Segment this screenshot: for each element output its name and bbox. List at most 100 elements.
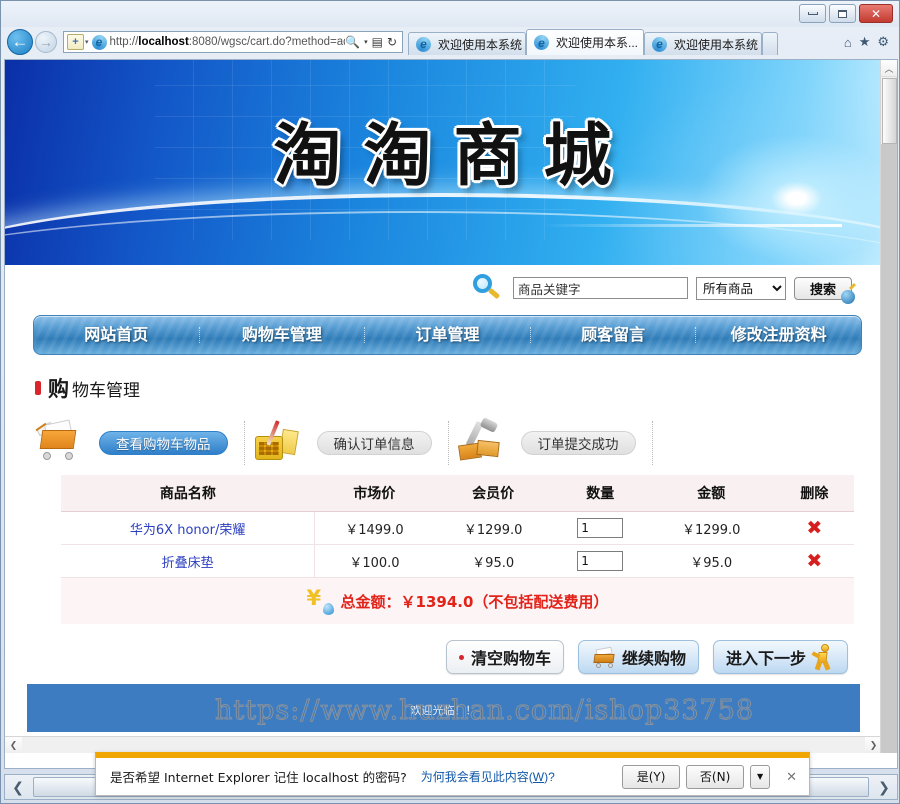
notification-buttons: 是(Y) 否(N) ▼ ✕: [622, 765, 801, 789]
nav-item-guestbook[interactable]: 顾客留言: [531, 327, 697, 343]
cell-market-price: ￥100.0: [315, 545, 434, 578]
maximize-button[interactable]: [829, 4, 856, 23]
no-button[interactable]: 否(N): [686, 765, 744, 789]
favorites-star-icon[interactable]: ★: [859, 34, 871, 50]
col-quantity: 数量: [553, 475, 648, 512]
bullet-icon: [459, 655, 464, 660]
cell-delete: ✖: [775, 512, 854, 545]
minimize-button[interactable]: [799, 4, 826, 23]
col-market-price: 市场价: [315, 475, 434, 512]
col-delete: 删除: [775, 475, 854, 512]
browser-toolbar: ← → + ▾ http://localhost:8080/wgsc/cart.…: [1, 27, 899, 57]
gear-icon[interactable]: ⚙: [877, 34, 889, 50]
search-icon[interactable]: 🔍: [345, 35, 360, 49]
back-button[interactable]: ←: [7, 29, 33, 55]
maximize-icon: [838, 10, 847, 18]
product-link[interactable]: 华为6X honor/荣耀: [130, 523, 245, 538]
magnifier-icon: [471, 273, 501, 303]
nav-item-cart-management[interactable]: 购物车管理: [200, 327, 366, 343]
step-view-cart[interactable]: 查看购物车物品: [99, 431, 228, 455]
tab-2-active[interactable]: 欢迎使用本系... ✕: [526, 29, 644, 55]
banner-ray: [542, 224, 842, 227]
checkout-steps: 查看购物车物品 确认订单信息 订单提交成功: [33, 417, 882, 469]
ie-logo-icon: [652, 37, 667, 52]
main-navigation: 网站首页 购物车管理 订单管理 顾客留言 修改注册资料: [33, 315, 862, 355]
scrollbar-track[interactable]: [881, 144, 897, 753]
next-step-button[interactable]: 进入下一步: [713, 640, 848, 674]
scroll-left-arrow-icon[interactable]: ❮: [5, 737, 22, 753]
forward-arrow-icon: →: [39, 34, 53, 50]
close-icon: ✕: [871, 8, 881, 20]
clear-cart-label: 清空购物车: [471, 645, 551, 669]
command-bar: ⌂ ★ ⚙: [844, 34, 895, 50]
nav-item-home[interactable]: 网站首页: [34, 327, 200, 343]
forward-button[interactable]: →: [35, 31, 57, 53]
step-order-success[interactable]: 订单提交成功: [521, 431, 636, 455]
tab-3[interactable]: 欢迎使用本系统: [644, 32, 762, 55]
tab-1[interactable]: 欢迎使用本系统: [408, 32, 526, 55]
quantity-input[interactable]: [577, 551, 623, 571]
step-confirm-order[interactable]: 确认订单信息: [317, 431, 432, 455]
table-row: 华为6X honor/荣耀 ￥1499.0 ￥1299.0 ￥1299.0 ✖: [61, 512, 854, 545]
scrollbar-thumb[interactable]: [882, 78, 897, 144]
magnifier-small-icon: [841, 290, 855, 304]
next-step-label: 进入下一步: [726, 645, 806, 669]
nav-item-order-management[interactable]: 订单管理: [365, 327, 531, 343]
page-horizontal-scrollbar[interactable]: ❮ ❯: [5, 736, 882, 753]
cart-table-head: 商品名称 市场价 会员价 数量 金额 删除: [61, 475, 854, 512]
continue-shopping-button[interactable]: 继续购物: [578, 640, 699, 674]
cell-quantity: [553, 512, 648, 545]
category-select[interactable]: 所有商品: [696, 277, 786, 300]
chevron-down-icon[interactable]: ▾: [85, 38, 89, 46]
step-divider: [448, 421, 449, 465]
password-notification-bar: 是否希望 Internet Explorer 记住 localhost 的密码?…: [95, 752, 810, 796]
tab-strip: 欢迎使用本系统 欢迎使用本系... ✕ 欢迎使用本系统: [408, 29, 778, 55]
tab-label: 欢迎使用本系...: [556, 34, 638, 51]
home-icon[interactable]: ⌂: [844, 35, 852, 50]
chevron-down-icon[interactable]: ▾: [364, 38, 368, 46]
address-bar[interactable]: + ▾ http://localhost:8080/wgsc/cart.do?m…: [63, 31, 403, 53]
page-title-main: 购: [48, 373, 69, 403]
running-person-icon: [811, 644, 835, 670]
delete-icon[interactable]: ✖: [806, 517, 822, 539]
compatibility-view-icon[interactable]: +: [67, 34, 84, 50]
scroll-right-arrow-icon[interactable]: ❯: [871, 775, 897, 799]
notification-close-icon[interactable]: ✕: [782, 769, 801, 785]
yes-button[interactable]: 是(Y): [622, 765, 680, 789]
no-dropdown-button[interactable]: ▼: [750, 765, 770, 789]
page-icon[interactable]: ▤: [372, 35, 383, 49]
nav-item-edit-profile[interactable]: 修改注册资料: [696, 327, 861, 343]
url-path: :8080/wgsc/cart.do?method=add: [189, 36, 345, 48]
continue-shopping-label: 继续购物: [622, 645, 686, 669]
total-amount-block: ¥ 总金额：￥1394.0（不包括配送费用）: [65, 588, 850, 614]
product-link[interactable]: 折叠床垫: [162, 556, 214, 571]
why-see-this-link[interactable]: 为何我会看见此内容(W)?: [421, 768, 555, 785]
web-page: 淘淘商城 所有商品 搜索 网站首页 购物车管理: [5, 60, 882, 753]
delete-icon[interactable]: ✖: [806, 550, 822, 572]
new-tab-button[interactable]: [762, 32, 778, 55]
cart-total-row: ¥ 总金额：￥1394.0（不包括配送费用）: [61, 578, 854, 625]
page-title-rest: 物车管理: [72, 376, 140, 401]
cart-table-body: 华为6X honor/荣耀 ￥1499.0 ￥1299.0 ￥1299.0 ✖: [61, 512, 854, 625]
cart-table: 商品名称 市场价 会员价 数量 金额 删除 华为6X honor/荣耀: [61, 475, 854, 624]
clear-cart-button[interactable]: 清空购物车: [446, 640, 564, 674]
close-button[interactable]: ✕: [859, 4, 893, 23]
url-scheme: http://: [110, 36, 139, 48]
tab-label: 欢迎使用本系统: [674, 36, 758, 53]
shopping-cart-icon: [591, 647, 617, 667]
scroll-up-arrow-icon[interactable]: ︿: [881, 60, 897, 77]
cell-delete: ✖: [775, 545, 854, 578]
search-button[interactable]: 搜索: [794, 277, 852, 300]
search-input[interactable]: [513, 277, 688, 299]
page-vertical-scrollbar[interactable]: ︿: [880, 60, 897, 753]
tab-label: 欢迎使用本系统: [438, 36, 522, 53]
footer-text: 欢迎光临！！: [27, 702, 860, 718]
minimize-icon: [808, 12, 818, 15]
site-title: 淘淘商城: [5, 100, 882, 199]
scroll-left-arrow-icon[interactable]: ❮: [5, 775, 31, 799]
refresh-icon[interactable]: ↻: [387, 35, 397, 49]
ie-logo-icon: [534, 35, 549, 50]
quantity-input[interactable]: [577, 518, 623, 538]
cell-amount: ￥95.0: [648, 545, 775, 578]
window-controls: ✕: [799, 4, 893, 23]
